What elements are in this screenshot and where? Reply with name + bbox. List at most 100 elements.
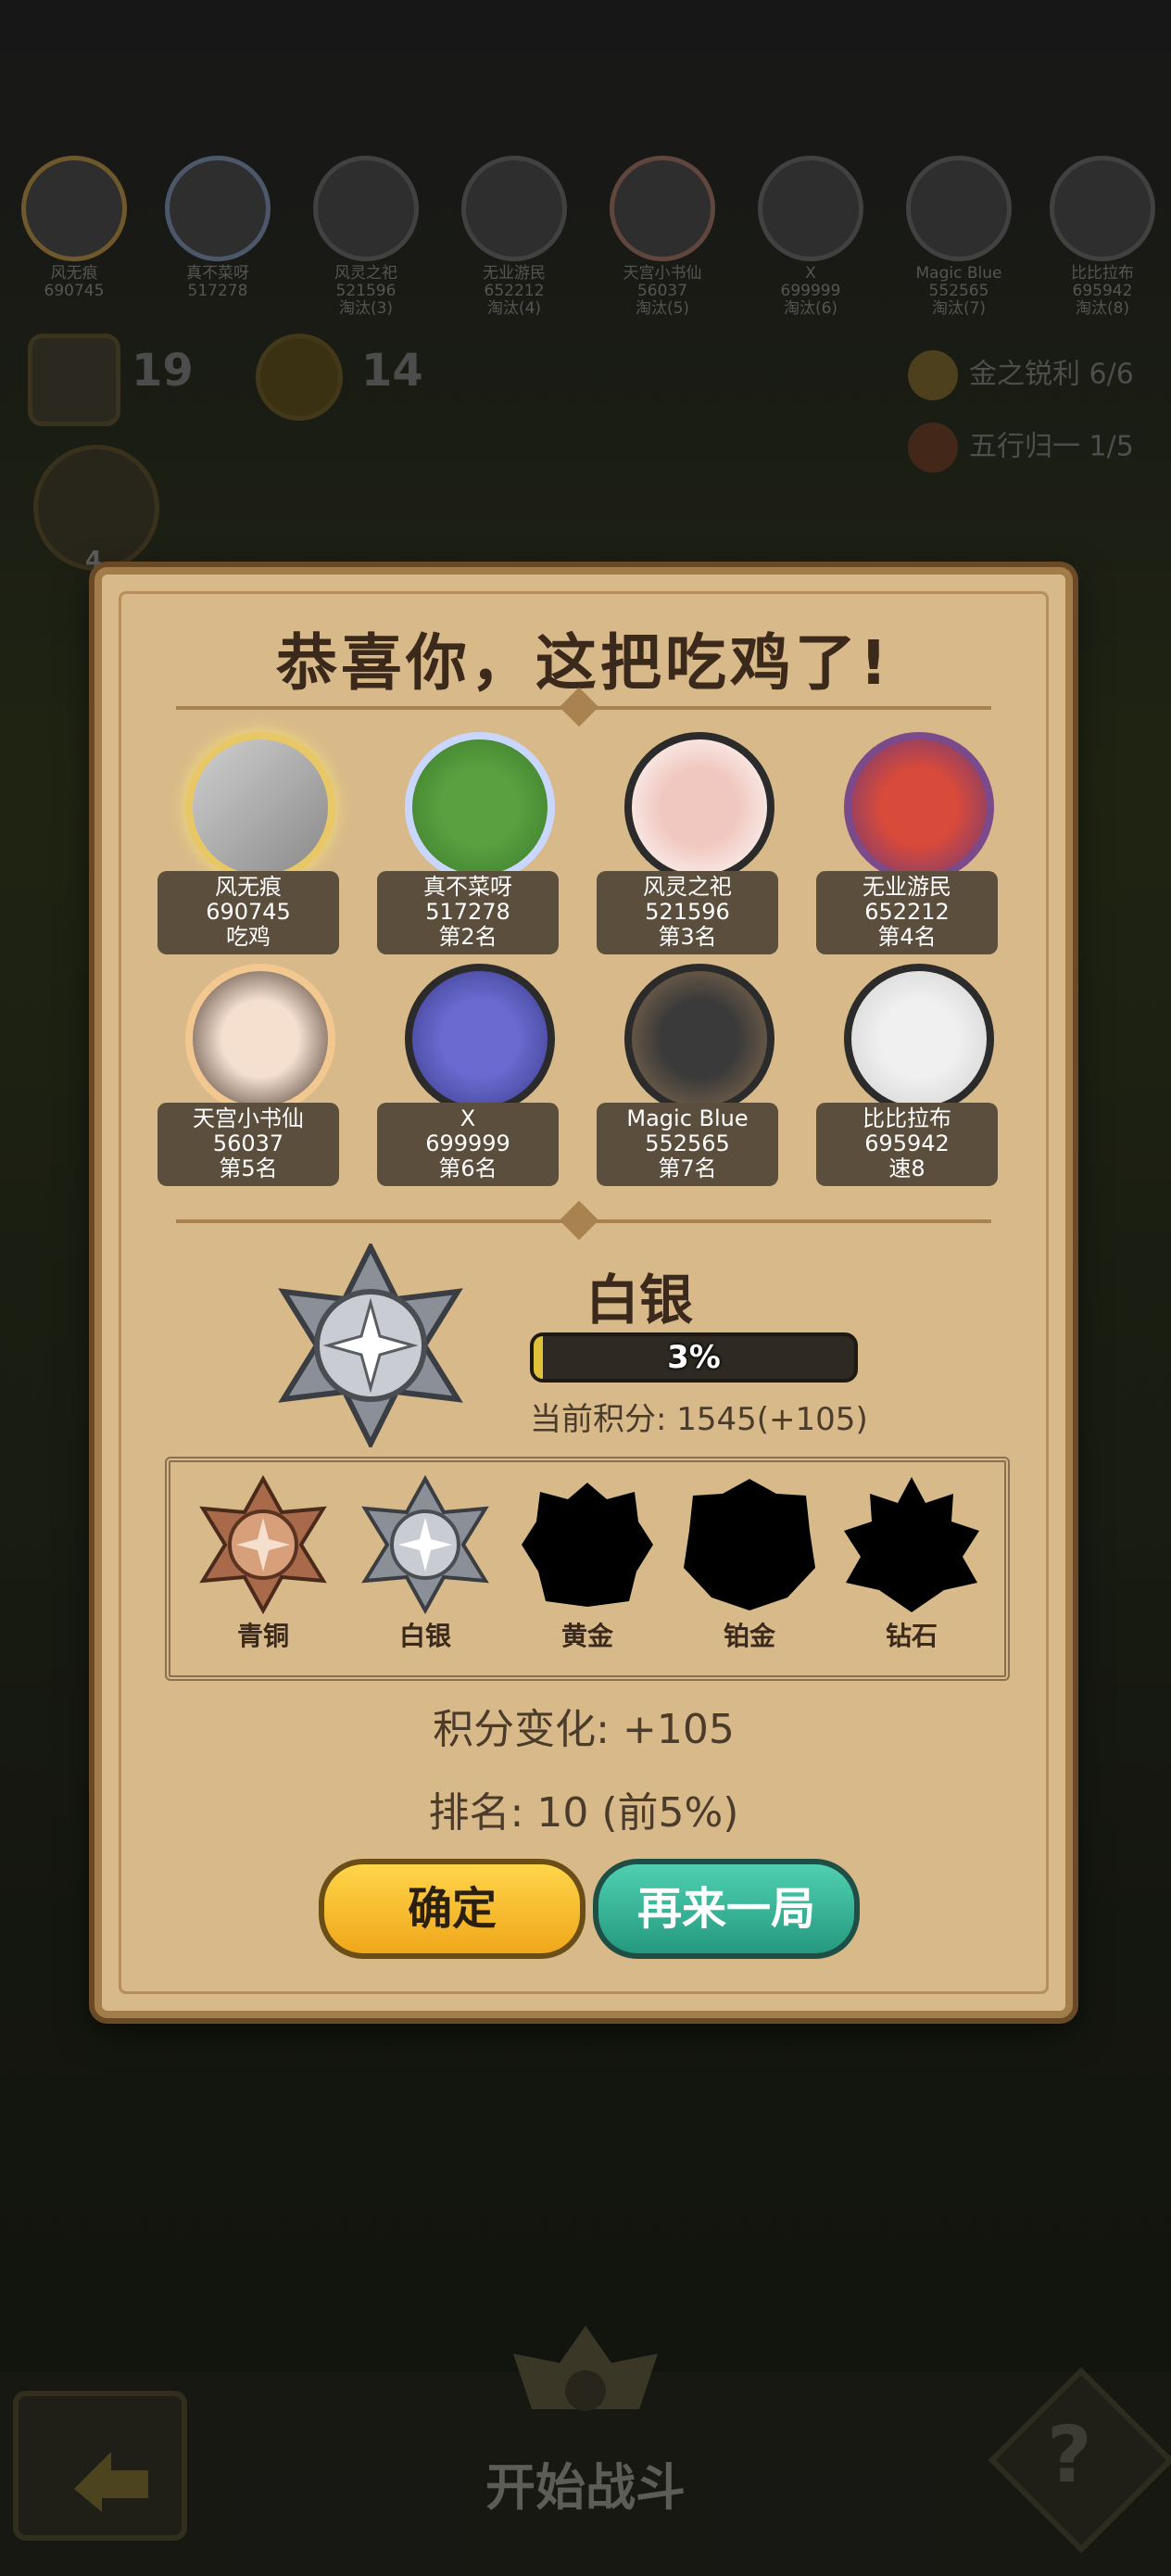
player-label: 风灵之祀 521596 第3名 (597, 871, 778, 954)
player-name: 比比拉布 (863, 1105, 951, 1131)
player-rank: 第3名 (658, 924, 717, 950)
player-rank: 第6名 (438, 1155, 497, 1181)
tier-silver: 白银 (351, 1475, 499, 1653)
player-avatar (624, 732, 774, 882)
bg-player-score: 56037 (636, 282, 688, 300)
dialog-title: 恭喜你，这把吃鸡了! (275, 627, 892, 699)
current-points: 当前积分: 1545(+105) (530, 1401, 868, 1438)
top-player-row: 风无痕 690745 真不菜呀 517278 风灵之祀 521596 淘汰(3)… (9, 156, 1167, 318)
bronze-badge-icon (199, 1475, 327, 1614)
tier-diamond: 钻石 (837, 1475, 986, 1653)
player-rank: 吃鸡 (226, 924, 271, 950)
tier-label: 钻石 (885, 1621, 938, 1651)
player-avatar (844, 732, 994, 882)
player-rank: 第5名 (219, 1155, 278, 1181)
bg-player-5: 天宫小书仙 56037 淘汰(5) (598, 156, 727, 318)
play-again-button[interactable]: 再来一局 (593, 1859, 860, 1959)
player-score: 521596 (645, 899, 730, 925)
player-card-8[interactable]: 比比拉布 695942 速8 (816, 964, 998, 1186)
bg-player-status: 淘汰(7) (931, 299, 987, 318)
tier-gold: 黄金 (513, 1475, 661, 1653)
tier-ladder: 青铜 白银 黄金 铂金 钻石 (165, 1457, 1010, 1681)
player-card-1[interactable]: 风无痕 690745 吃鸡 (157, 732, 339, 954)
bg-avatar (906, 156, 1012, 261)
bg-avatar (758, 156, 863, 261)
silver-badge-icon (361, 1475, 489, 1614)
player-name: 风无痕 (215, 874, 282, 900)
player-name: 风灵之祀 (643, 874, 732, 900)
player-label: 比比拉布 695942 速8 (816, 1103, 998, 1186)
tier-bronze: 青铜 (189, 1475, 337, 1653)
question-mark-icon: ? (1047, 2409, 1092, 2500)
buff-five-elements[interactable]: 五行归一 1/5 (908, 423, 1134, 473)
player-label: Magic Blue 552565 第7名 (597, 1103, 778, 1186)
tier-label: 铂金 (723, 1621, 775, 1651)
bg-player-4: 无业游民 652212 淘汰(4) (449, 156, 579, 318)
timer-value: 19 (132, 345, 194, 397)
player-rank: 第4名 (877, 924, 937, 950)
tier-platinum: 铂金 (675, 1475, 824, 1653)
divider-top (176, 687, 991, 727)
bg-player-2: 真不菜呀 517278 (153, 156, 283, 300)
coin-icon (256, 334, 343, 421)
player-avatar (185, 964, 335, 1114)
player-avatar (844, 964, 994, 1114)
player-score: 552565 (645, 1130, 730, 1156)
back-arrow-icon (74, 2452, 148, 2512)
player-card-4[interactable]: 无业游民 652212 第4名 (816, 732, 998, 954)
bg-avatar (165, 156, 271, 261)
player-card-5[interactable]: 天宫小书仙 56037 第5名 (157, 964, 339, 1186)
bg-avatar (610, 156, 715, 261)
buff-label: 五行归一 1/5 (969, 430, 1134, 463)
confirm-button[interactable]: 确定 (319, 1859, 586, 1959)
gold-badge-locked-icon (522, 1483, 653, 1607)
player-label: 无业游民 652212 第4名 (816, 871, 998, 954)
current-rank-name: 白银 (585, 1269, 693, 1332)
bg-player-name: 风灵之祀 (334, 264, 397, 283)
back-button[interactable] (13, 2391, 187, 2541)
tier-label: 青铜 (236, 1621, 289, 1651)
result-dialog: 恭喜你，这把吃鸡了! 风无痕 690745 吃鸡 真不菜呀 517278 第2名… (94, 567, 1073, 2018)
player-label: 真不菜呀 517278 第2名 (377, 871, 559, 954)
player-label: 天宫小书仙 56037 第5名 (157, 1103, 339, 1186)
diamond-badge-locked-icon (844, 1477, 979, 1612)
start-battle-button[interactable]: 开始战斗 (463, 2446, 708, 2519)
bg-player-status: 淘汰(8) (1075, 299, 1130, 318)
tier-label: 白银 (398, 1621, 451, 1651)
rank-progress-bar: 3% (530, 1332, 858, 1383)
bg-player-8: 比比拉布 695942 淘汰(8) (1038, 156, 1167, 318)
player-name: 天宫小书仙 (193, 1105, 304, 1131)
bg-avatar (313, 156, 419, 261)
player-score: 690745 (206, 899, 291, 925)
bg-player-score: 690745 (44, 282, 105, 300)
player-score: 699999 (425, 1130, 510, 1156)
buff-metal[interactable]: 金之锐利 6/6 (908, 350, 1134, 400)
player-avatar (624, 964, 774, 1114)
five-elements-buff-icon (908, 423, 958, 473)
player-score: 652212 (864, 899, 950, 925)
bg-player-status: 淘汰(4) (486, 299, 542, 318)
bg-player-score: 517278 (187, 282, 248, 300)
player-card-3[interactable]: 风灵之祀 521596 第3名 (597, 732, 778, 954)
player-name: Magic Blue (626, 1105, 749, 1131)
score-change: 积分变化: +105 (433, 1706, 735, 1753)
bg-player-name: 比比拉布 (1071, 264, 1134, 283)
player-name: 真不菜呀 (423, 874, 512, 900)
bg-player-1: 风无痕 690745 (9, 156, 139, 300)
player-card-6[interactable]: X 699999 第6名 (377, 964, 559, 1186)
bg-player-name: Magic Blue (915, 264, 1002, 283)
bg-player-status: 淘汰(5) (635, 299, 690, 318)
hourglass-icon (28, 334, 120, 426)
player-label: 风无痕 690745 吃鸡 (157, 871, 339, 954)
platinum-badge-locked-icon (684, 1479, 815, 1610)
bg-player-name: 风无痕 (50, 264, 98, 283)
bg-player-name: 真不菜呀 (186, 264, 249, 283)
bg-player-7: Magic Blue 552565 淘汰(7) (894, 156, 1024, 318)
player-card-2[interactable]: 真不菜呀 517278 第2名 (377, 732, 559, 954)
player-card-7[interactable]: Magic Blue 552565 第7名 (597, 964, 778, 1186)
silver-rank-badge-icon (278, 1244, 463, 1447)
rank-progress-text: 3% (667, 1339, 721, 1376)
player-avatar (405, 732, 555, 882)
player-rank: 第2名 (438, 924, 497, 950)
bg-avatar (21, 156, 127, 261)
